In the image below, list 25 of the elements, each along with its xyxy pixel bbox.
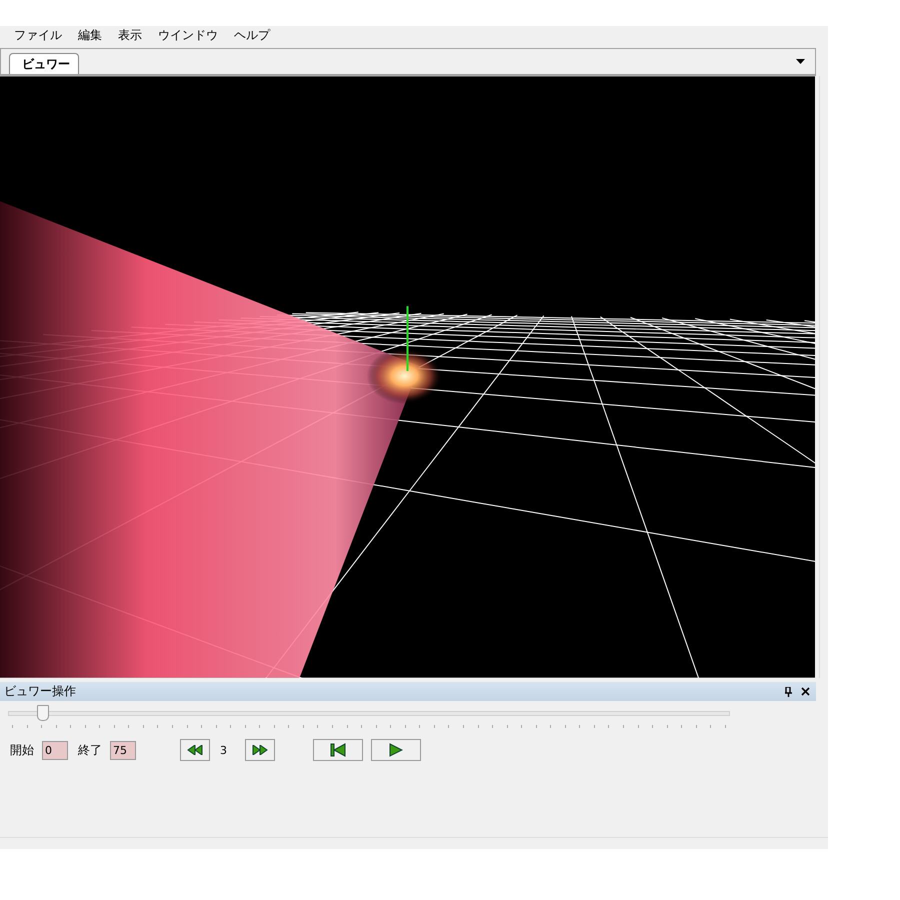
play-button[interactable] <box>371 739 421 761</box>
menu-item[interactable]: 表示 <box>110 27 150 44</box>
menu-item[interactable]: ヘルプ <box>226 27 278 44</box>
slider-thumb[interactable] <box>36 705 49 721</box>
pin-icon[interactable] <box>784 686 793 696</box>
dropdown-caret-icon[interactable] <box>796 59 805 64</box>
start-label: 開始 <box>10 742 34 758</box>
menu-item[interactable]: ウインドウ <box>150 27 226 44</box>
end-label: 終了 <box>78 742 102 758</box>
menu-item[interactable]: 編集 <box>70 27 110 44</box>
menu-item[interactable]: ファイル <box>6 27 70 44</box>
skip-to-start-button[interactable] <box>313 739 363 761</box>
close-icon[interactable] <box>801 687 810 696</box>
start-field[interactable]: 0 <box>42 740 68 760</box>
frame-number: 3 <box>220 744 227 756</box>
fast-forward-button[interactable] <box>245 739 275 761</box>
panel-title: ビュワー操作 <box>4 683 77 700</box>
fast-forward-icon <box>252 745 268 755</box>
play-icon <box>389 743 403 757</box>
frame-slider[interactable] <box>8 705 730 729</box>
rewind-icon <box>187 745 203 755</box>
end-field[interactable]: 75 <box>110 740 136 760</box>
viewer-tab[interactable]: ビュワー <box>9 53 79 74</box>
skip-to-start-icon <box>330 743 346 757</box>
rewind-button[interactable] <box>180 739 210 761</box>
